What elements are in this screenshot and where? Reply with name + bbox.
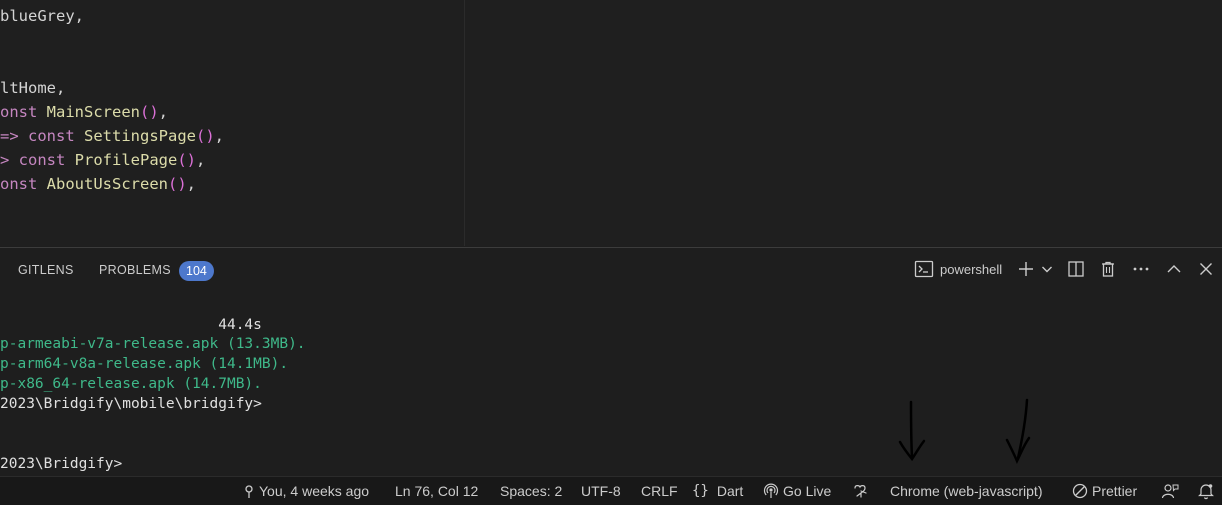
code-token: , bbox=[196, 151, 206, 169]
chevron-down-icon bbox=[1040, 262, 1054, 276]
encoding-text: UTF-8 bbox=[581, 483, 621, 499]
cursor-position-item[interactable]: Ln 76, Col 12 bbox=[395, 477, 478, 505]
code-line-2: ltHome, bbox=[0, 76, 65, 100]
terminal-line-3: p-arm64-v8a-release.apk (14.1MB). bbox=[0, 356, 289, 372]
eol-text: CRLF bbox=[641, 483, 678, 499]
plus-icon bbox=[1017, 260, 1035, 278]
encoding-item[interactable]: UTF-8 bbox=[581, 477, 621, 505]
code-token: const bbox=[18, 151, 75, 169]
accounts-item[interactable] bbox=[1161, 477, 1179, 505]
prohibited-icon bbox=[1072, 483, 1088, 499]
notifications-item[interactable] bbox=[1198, 477, 1214, 505]
terminal-name: powershell bbox=[940, 261, 1003, 277]
braces-icon: {} bbox=[692, 483, 709, 499]
code-token: onst bbox=[0, 103, 47, 121]
go-live-item[interactable]: Go Live bbox=[763, 477, 831, 505]
device-selector-text: Chrome (web-javascript) bbox=[890, 483, 1043, 499]
kill-terminal-button[interactable] bbox=[1099, 258, 1117, 280]
annotation-arrow-left-icon bbox=[898, 400, 926, 462]
language-mode-text: Dart bbox=[716, 483, 744, 499]
flutter-bird-icon bbox=[852, 483, 870, 499]
code-token: SettingsPage bbox=[84, 127, 196, 145]
terminal-icon bbox=[914, 260, 934, 278]
git-blame-text: You, 4 weeks ago bbox=[259, 483, 370, 499]
code-token: onst bbox=[0, 175, 47, 193]
status-bar: You, 4 weeks ago Ln 76, Col 12 Spaces: 2… bbox=[0, 476, 1222, 505]
close-panel-button[interactable] bbox=[1197, 258, 1215, 280]
language-mode-item[interactable]: {} Dart bbox=[692, 477, 743, 505]
split-terminal-button[interactable] bbox=[1067, 258, 1085, 280]
code-token: ProfilePage bbox=[74, 151, 178, 169]
trash-icon bbox=[1099, 260, 1117, 278]
bottom-panel: GITLENS PROBLEMS 104 powershell 44.4s p-… bbox=[0, 247, 1222, 477]
chevron-up-icon bbox=[1165, 260, 1183, 278]
code-token: , bbox=[214, 127, 224, 145]
close-icon bbox=[1197, 260, 1215, 278]
code-editor[interactable]: blueGrey, ltHome, onst MainScreen(), => … bbox=[0, 0, 1222, 246]
code-token: , bbox=[186, 175, 197, 193]
code-token: blueGrey, bbox=[0, 7, 84, 25]
terminal-line-5: 2023\Bridgify\mobile\bridgify> bbox=[0, 396, 262, 412]
indentation-item[interactable]: Spaces: 2 bbox=[500, 477, 562, 505]
git-commit-icon bbox=[243, 483, 255, 499]
bell-icon bbox=[1198, 482, 1214, 500]
flutter-devtools-item[interactable] bbox=[852, 477, 870, 505]
code-token: => bbox=[0, 127, 28, 145]
code-token: > bbox=[0, 151, 19, 169]
code-token: AboutUsScreen bbox=[46, 175, 168, 193]
code-token: ltHome, bbox=[0, 79, 66, 97]
code-line-1: blueGrey, bbox=[0, 4, 84, 28]
maximize-panel-button[interactable] bbox=[1165, 258, 1183, 280]
terminal-line-6: 2023\Bridgify> bbox=[0, 456, 123, 472]
new-terminal-button[interactable] bbox=[1017, 258, 1035, 280]
problems-count-badge: 104 bbox=[179, 261, 214, 281]
prettier-text: Prettier bbox=[1092, 483, 1138, 499]
indentation-text: Spaces: 2 bbox=[500, 483, 563, 499]
more-actions-button[interactable] bbox=[1131, 258, 1151, 280]
code-token: , bbox=[158, 103, 169, 121]
editor-split-divider[interactable] bbox=[464, 0, 465, 246]
code-line-5: > const ProfilePage(), bbox=[0, 148, 205, 172]
terminal-dropdown-button[interactable] bbox=[1040, 258, 1054, 280]
tab-gitlens[interactable]: GITLENS bbox=[18, 254, 74, 286]
cursor-position-text: Ln 76, Col 12 bbox=[395, 483, 479, 499]
terminal-selector[interactable]: powershell bbox=[914, 258, 1002, 280]
broadcast-icon bbox=[763, 483, 779, 499]
tab-problems[interactable]: PROBLEMS bbox=[99, 254, 171, 286]
eol-item[interactable]: CRLF bbox=[641, 477, 678, 505]
person-feedback-icon bbox=[1161, 483, 1179, 499]
code-token: () bbox=[195, 127, 215, 145]
code-token: MainScreen bbox=[46, 103, 140, 121]
code-line-4: => const SettingsPage(), bbox=[0, 124, 224, 148]
terminal-line-1: 44.4s bbox=[0, 317, 262, 333]
code-token: const bbox=[28, 127, 84, 145]
terminal-line-4: p-x86_64-release.apk (14.7MB). bbox=[0, 376, 262, 392]
ellipsis-icon bbox=[1131, 260, 1151, 278]
code-line-3: onst MainScreen(), bbox=[0, 100, 168, 124]
device-selector-item[interactable]: Chrome (web-javascript) bbox=[890, 477, 1042, 505]
go-live-text: Go Live bbox=[783, 483, 832, 499]
code-line-6: onst AboutUsScreen(), bbox=[0, 172, 196, 196]
code-token: () bbox=[140, 103, 159, 121]
prettier-item[interactable]: Prettier bbox=[1072, 477, 1137, 505]
split-icon bbox=[1067, 260, 1085, 278]
code-token: () bbox=[177, 151, 196, 169]
annotation-arrow-right-icon bbox=[1005, 398, 1031, 464]
terminal-line-2: p-armeabi-v7a-release.apk (13.3MB). bbox=[0, 336, 306, 352]
git-blame-item[interactable]: You, 4 weeks ago bbox=[243, 477, 369, 505]
code-token: () bbox=[168, 175, 187, 193]
